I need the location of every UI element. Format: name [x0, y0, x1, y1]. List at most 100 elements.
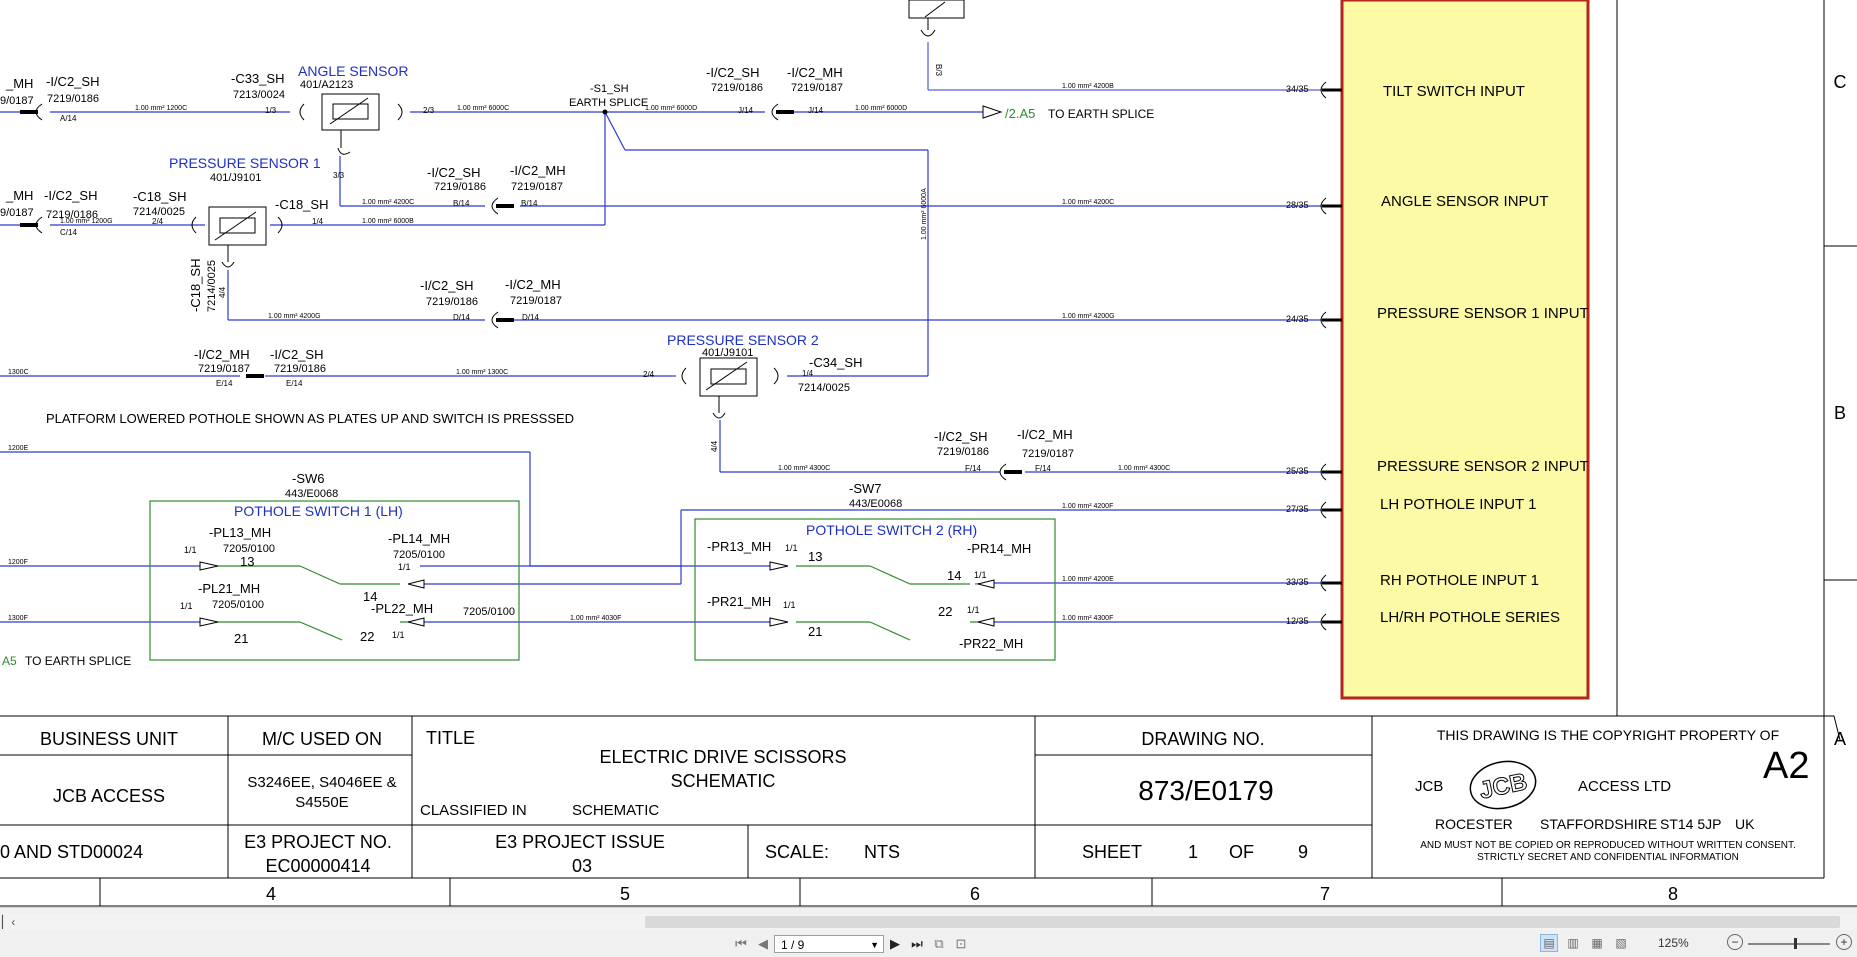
svg-text:F/14: F/14 — [965, 464, 982, 473]
two-page-icon[interactable]: ▦ — [1588, 934, 1606, 952]
previous-page-icon[interactable]: ◀ — [752, 934, 774, 954]
zoom-slider[interactable] — [1748, 943, 1830, 945]
svg-text:-I/C2_SH: -I/C2_SH — [420, 278, 473, 293]
ecu-pin-24: 24/35 — [1286, 314, 1309, 324]
svg-text:1/4: 1/4 — [312, 217, 324, 226]
svg-text:-I/C2_MH: -I/C2_MH — [1017, 427, 1073, 442]
zoom-slider-handle[interactable] — [1794, 938, 1797, 949]
svg-text:2/4: 2/4 — [152, 217, 164, 226]
svg-text:-SW6: -SW6 — [292, 471, 325, 486]
svg-text:-C18_SH: -C18_SH — [133, 189, 186, 204]
svg-text:-PL22_MH: -PL22_MH — [371, 601, 433, 616]
svg-text:7214/0025: 7214/0025 — [206, 260, 218, 312]
facing-icon[interactable]: ▧ — [1612, 934, 1630, 952]
svg-text:-S1_SH: -S1_SH — [590, 83, 629, 95]
zoom-out-icon[interactable]: − — [1727, 934, 1743, 950]
next-page-icon[interactable]: ▶ — [884, 934, 906, 954]
svg-text:-C34_SH: -C34_SH — [809, 355, 862, 370]
address-town: ROCESTER — [1435, 816, 1513, 832]
svg-text:3/3: 3/3 — [333, 171, 345, 180]
svg-text:-PL13_MH: -PL13_MH — [209, 525, 271, 540]
ecu-input-pothole-series: LH/RH POTHOLE SERIES — [1380, 609, 1560, 626]
copyright-line: THIS DRAWING IS THE COPYRIGHT PROPERTY O… — [1437, 727, 1779, 743]
drawing-title-line1: ELECTRIC DRIVE SCISSORS — [599, 747, 846, 767]
svg-text:7219/0187: 7219/0187 — [198, 363, 250, 375]
svg-text:2/4: 2/4 — [643, 370, 655, 379]
svg-text:J/14: J/14 — [738, 106, 754, 115]
pressure-sensor-1-title: PRESSURE SENSOR 1 — [169, 155, 321, 171]
svg-text:443/E0068: 443/E0068 — [285, 488, 338, 500]
svg-text:4/4: 4/4 — [710, 440, 719, 452]
svg-text:-I/C2_SH: -I/C2_SH — [427, 165, 480, 180]
page-number-input[interactable]: 1 / 9 ▼ — [774, 935, 884, 953]
svg-text:1/4: 1/4 — [802, 369, 814, 378]
first-page-icon[interactable]: ⏮ — [730, 934, 752, 954]
mc-used-on-line1: S3246EE, S4046EE & — [247, 774, 396, 791]
svg-text:7219/0187: 7219/0187 — [1022, 448, 1074, 460]
drawing-no-label: DRAWING NO. — [1141, 729, 1264, 749]
svg-text:E/14: E/14 — [286, 379, 303, 388]
scrollbar-thumb[interactable] — [645, 916, 1840, 928]
svg-text:7219/0187: 7219/0187 — [791, 82, 843, 94]
svg-text:1/1: 1/1 — [974, 570, 987, 580]
svg-text:1300F: 1300F — [8, 615, 28, 622]
svg-text:1200E: 1200E — [8, 445, 29, 452]
ecu-pin-27: 27/35 — [1286, 504, 1309, 514]
svg-text:_MH: _MH — [5, 188, 33, 203]
svg-text:1.00 mm² 6000D: 1.00 mm² 6000D — [855, 105, 907, 112]
row-label-a: A — [1834, 729, 1846, 749]
single-page-icon[interactable]: ▤ — [1540, 934, 1558, 952]
svg-text:-PR13_MH: -PR13_MH — [707, 539, 771, 554]
schematic-drawing: C B A 4 5 6 7 8 B/3 34/35 TILT SWITCH IN… — [0, 0, 1857, 907]
svg-text:7219/0186: 7219/0186 — [46, 209, 98, 221]
sheet-number: 1 — [1188, 842, 1198, 862]
svg-text:7214/0025: 7214/0025 — [798, 382, 850, 394]
zoom-level[interactable]: 125% — [1658, 936, 1689, 950]
angle-sensor-title: ANGLE SENSOR — [298, 63, 408, 79]
fit-page-icon[interactable]: ⊡ — [950, 934, 972, 954]
sheet-total: 9 — [1298, 842, 1308, 862]
svg-text:_MH: _MH — [5, 76, 33, 91]
svg-text:13: 13 — [240, 554, 254, 569]
scroll-left-icon[interactable]: ▏‹ — [2, 914, 15, 930]
continuous-icon[interactable]: ▥ — [1564, 934, 1582, 952]
svg-text:D/14: D/14 — [522, 313, 539, 322]
legal-line-1: AND MUST NOT BE COPIED OR REPRODUCED WIT… — [1420, 840, 1796, 851]
svg-text:B/14: B/14 — [521, 199, 538, 208]
svg-text:1/1: 1/1 — [180, 601, 193, 611]
svg-text:-I/C2_SH: -I/C2_SH — [44, 188, 97, 203]
col-label-6: 6 — [970, 884, 980, 904]
earth-splice-ref-left: A5 — [2, 654, 17, 668]
pothole-switch-2-title: POTHOLE SWITCH 2 (RH) — [806, 522, 977, 538]
svg-text:21: 21 — [234, 631, 248, 646]
svg-text:14: 14 — [947, 568, 961, 583]
svg-text:1.00 mm² 1300C: 1.00 mm² 1300C — [456, 369, 508, 376]
svg-text:401/J9101: 401/J9101 — [702, 347, 753, 359]
svg-text:1/1: 1/1 — [184, 545, 197, 555]
pin-b3: B/3 — [934, 64, 943, 77]
svg-text:TO EARTH SPLICE: TO EARTH SPLICE — [1048, 107, 1154, 121]
business-unit-value: JCB ACCESS — [53, 786, 165, 806]
zoom-in-icon[interactable]: + — [1836, 934, 1852, 950]
svg-text:7219/0186: 7219/0186 — [426, 296, 478, 308]
ecu-input-lh-pothole: LH POTHOLE INPUT 1 — [1380, 496, 1536, 513]
svg-text:1/1: 1/1 — [967, 605, 980, 615]
page-view-icon[interactable]: ⧉ — [928, 934, 950, 954]
svg-text:7219/0186: 7219/0186 — [937, 446, 989, 458]
col-label-5: 5 — [620, 884, 630, 904]
svg-text:1/1: 1/1 — [785, 543, 798, 553]
svg-text:1.00 mm² 4200E: 1.00 mm² 4200E — [1062, 576, 1114, 583]
svg-text:-PR21_MH: -PR21_MH — [707, 594, 771, 609]
svg-text:-I/C2_MH: -I/C2_MH — [194, 347, 250, 362]
address-country: UK — [1735, 816, 1755, 832]
ecu-block — [1340, 0, 1590, 700]
svg-text:A/14: A/14 — [60, 114, 77, 123]
svg-text:-PL21_MH: -PL21_MH — [198, 581, 260, 596]
horizontal-scrollbar[interactable]: ▏‹ — [0, 914, 1857, 930]
mc-used-on-line2: S4550E — [295, 794, 348, 811]
row-label-c: C — [1834, 72, 1847, 92]
last-page-icon[interactable]: ⏭ — [906, 934, 928, 954]
svg-text:E/14: E/14 — [216, 379, 233, 388]
svg-text:-C18_SH: -C18_SH — [275, 197, 328, 212]
drawing-title-line2: SCHEMATIC — [671, 771, 776, 791]
